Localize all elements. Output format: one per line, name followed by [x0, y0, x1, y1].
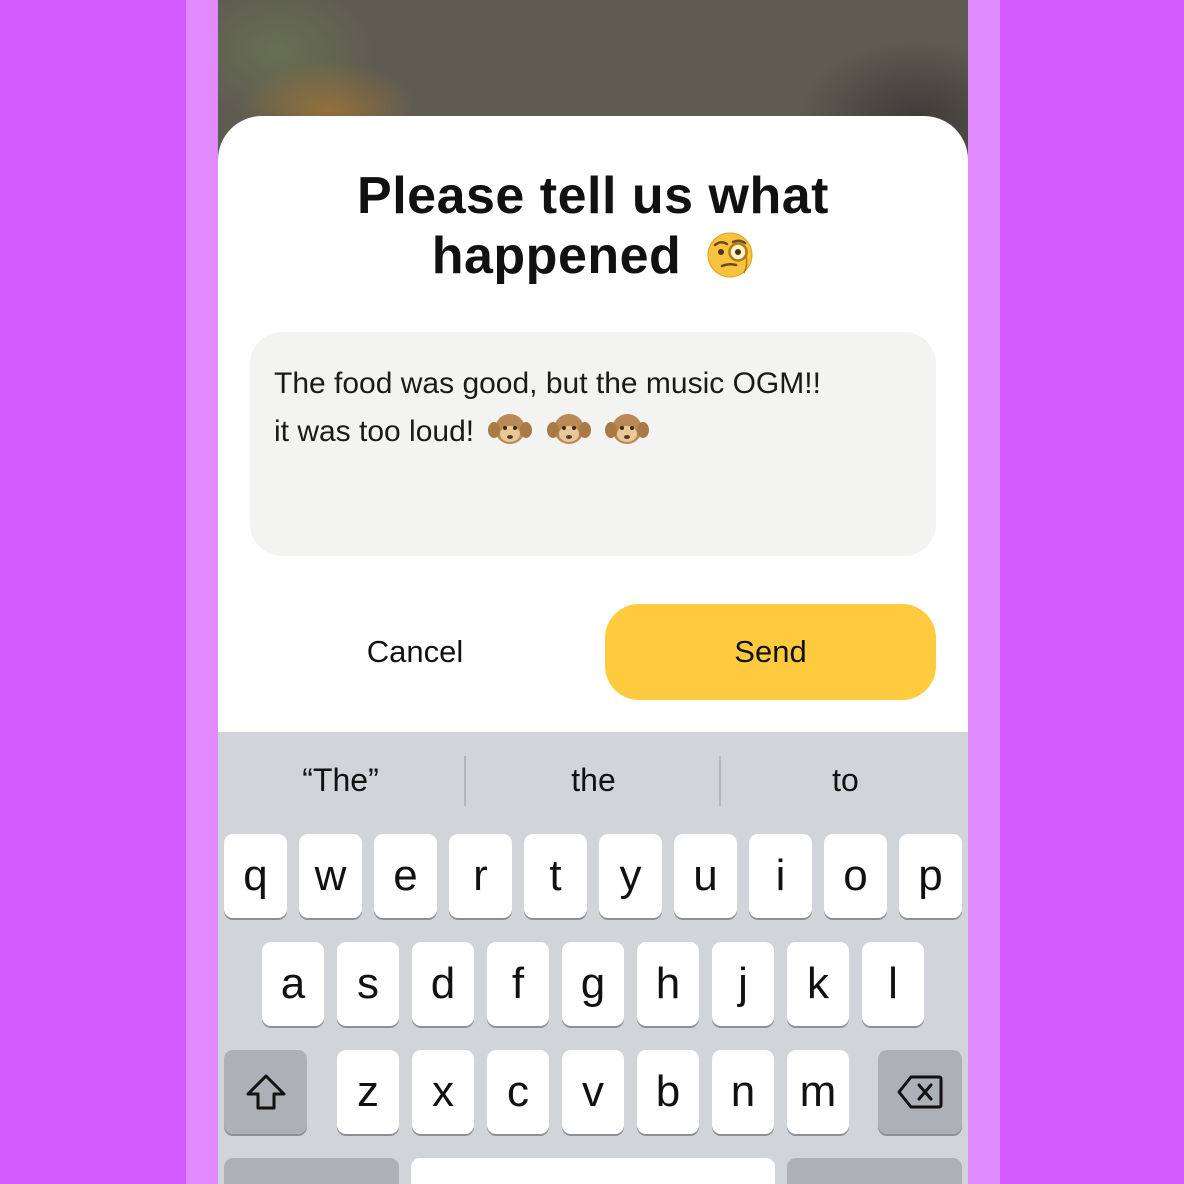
key-q[interactable]: q — [224, 834, 287, 918]
suggestion-divider — [719, 756, 721, 806]
key-a[interactable]: a — [262, 942, 324, 1026]
key-j[interactable]: j — [712, 942, 774, 1026]
title-line-2: happened — [431, 227, 682, 285]
feedback-sheet: Please tell us what happened The food wa… — [218, 116, 968, 756]
key-s[interactable]: s — [337, 942, 399, 1026]
key-c[interactable]: c — [487, 1050, 549, 1134]
send-button[interactable]: Send — [605, 604, 936, 700]
keyboard: “The” the to q w e r t y u i o p a s d f… — [218, 732, 968, 1184]
feedback-text-line-2-text: it was too loud! — [274, 415, 475, 448]
key-i[interactable]: i — [749, 834, 812, 918]
shift-icon — [246, 1074, 285, 1110]
feedback-text-field[interactable]: The food was good, but the music OGM!! i… — [250, 332, 936, 556]
monkey-emoji-icon — [605, 414, 650, 444]
phone-screen: Please tell us what happened The food wa… — [218, 0, 968, 1184]
key-n[interactable]: n — [712, 1050, 774, 1134]
backspace-key[interactable] — [878, 1050, 962, 1134]
key-o[interactable]: o — [824, 834, 887, 918]
key-r[interactable]: r — [449, 834, 512, 918]
key-l[interactable]: l — [862, 942, 924, 1026]
suggestion-3[interactable]: to — [723, 754, 968, 806]
monkey-emoji-icon — [488, 414, 533, 444]
suggestion-2[interactable]: the — [471, 754, 716, 806]
monkey-emoji-icon — [546, 414, 591, 444]
key-b[interactable]: b — [637, 1050, 699, 1134]
space-key[interactable] — [411, 1158, 775, 1184]
title-line-1: Please tell us what — [357, 167, 829, 225]
key-z[interactable]: z — [337, 1050, 399, 1134]
dialog-title: Please tell us what happened — [258, 166, 928, 286]
suggestion-divider — [464, 756, 466, 806]
return-key[interactable] — [787, 1158, 962, 1184]
key-g[interactable]: g — [562, 942, 624, 1026]
key-h[interactable]: h — [637, 942, 699, 1026]
key-d[interactable]: d — [412, 942, 474, 1026]
key-f[interactable]: f — [487, 942, 549, 1026]
key-t[interactable]: t — [524, 834, 587, 918]
key-e[interactable]: e — [374, 834, 437, 918]
key-w[interactable]: w — [299, 834, 362, 918]
key-p[interactable]: p — [899, 834, 962, 918]
shift-key[interactable] — [224, 1050, 307, 1134]
numbers-key[interactable] — [224, 1158, 399, 1184]
key-v[interactable]: v — [562, 1050, 624, 1134]
backspace-icon — [897, 1075, 943, 1109]
cancel-button[interactable]: Cancel — [250, 604, 580, 700]
key-k[interactable]: k — [787, 942, 849, 1026]
key-x[interactable]: x — [412, 1050, 474, 1134]
feedback-text-line-1: The food was good, but the music OGM!! — [274, 367, 821, 400]
monocle-face-icon — [707, 232, 753, 278]
feedback-text-line-2: it was too loud! — [274, 408, 912, 456]
suggestion-1[interactable]: “The” — [218, 754, 463, 806]
key-y[interactable]: y — [599, 834, 662, 918]
key-u[interactable]: u — [674, 834, 737, 918]
key-m[interactable]: m — [787, 1050, 849, 1134]
